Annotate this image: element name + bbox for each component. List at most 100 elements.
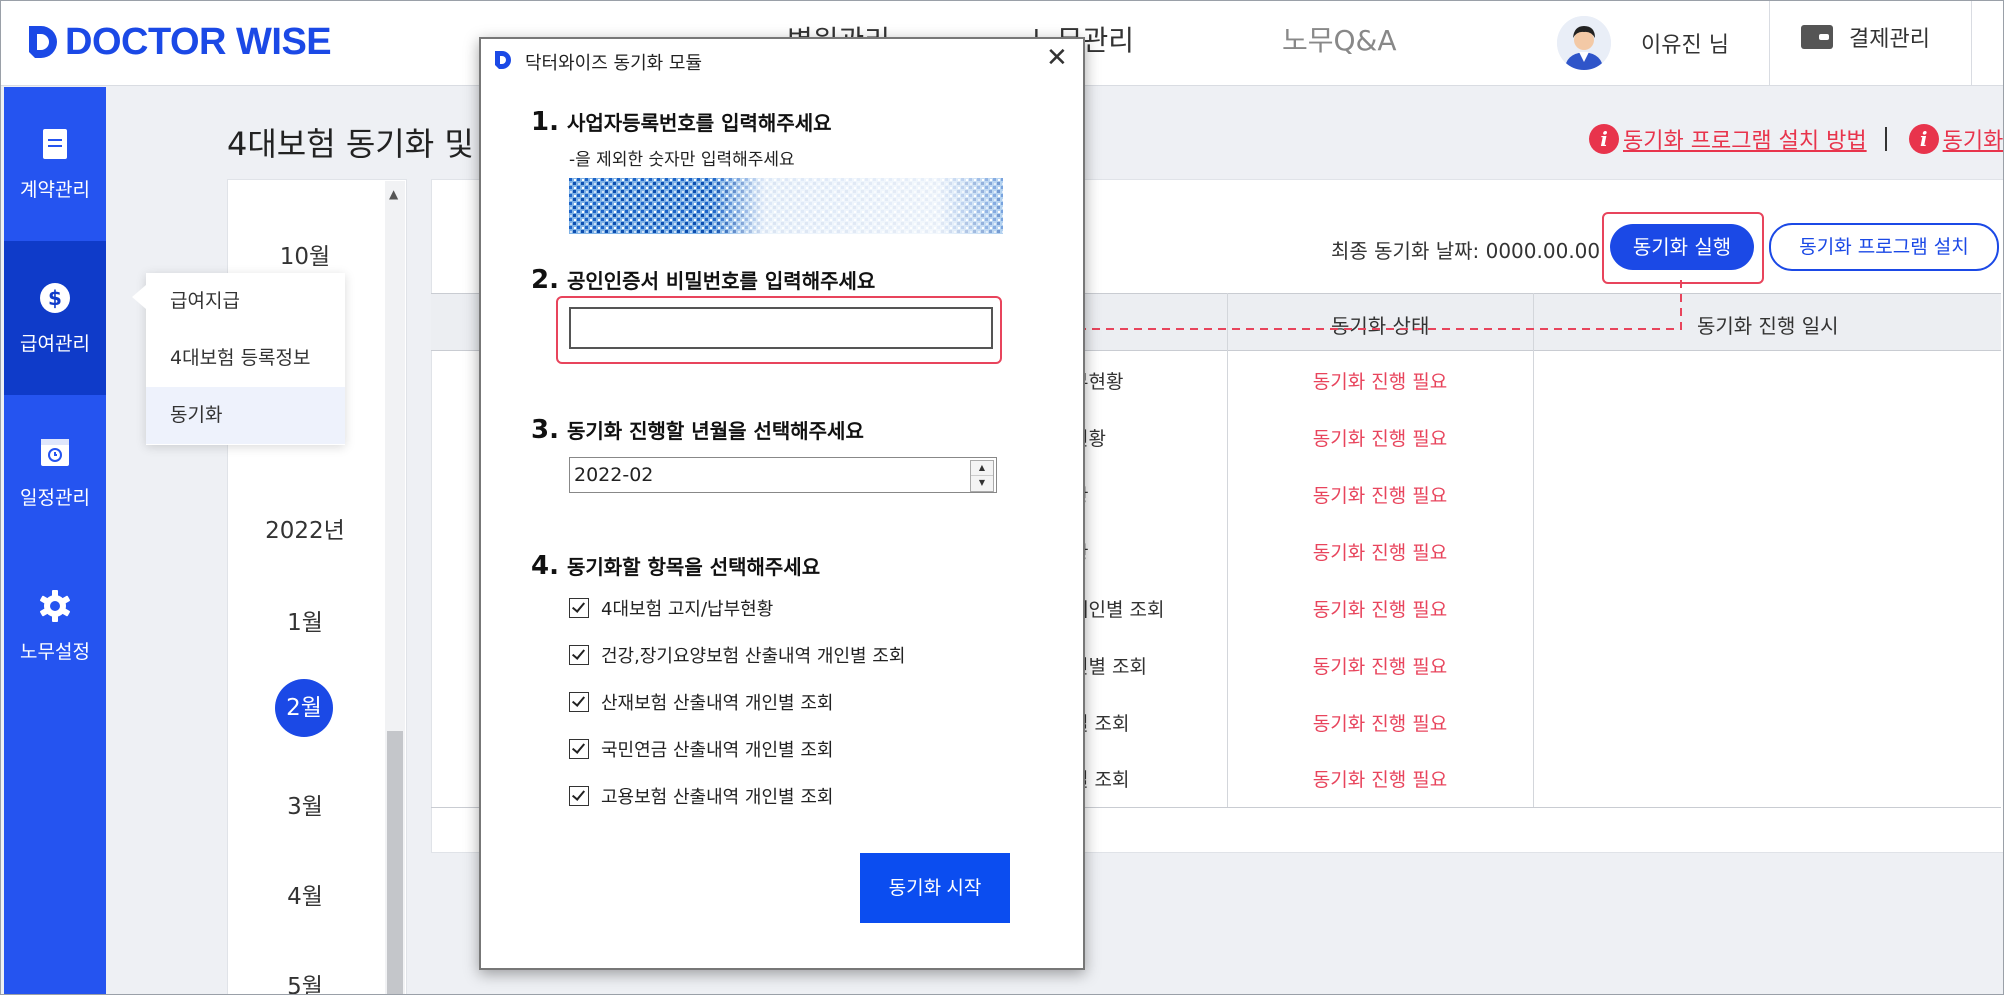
row-status: 동기화 진행 필요 bbox=[1312, 713, 1448, 735]
sidebar-label-settings: 노무설정 bbox=[20, 641, 90, 663]
submenu-item-pay[interactable]: 급여지급 bbox=[146, 273, 345, 330]
help-divider bbox=[1884, 127, 1887, 151]
checkbox-item[interactable]: 고용보험 산출내역 개인별 조회 bbox=[569, 783, 833, 809]
sync-help-link[interactable]: 동기화 bbox=[1943, 123, 2003, 155]
step-1-title: 1. 사업자등록번호를 입력해주세요 bbox=[531, 107, 832, 137]
checkbox-label: 국민연금 산출내역 개인별 조회 bbox=[601, 740, 834, 761]
checkbox[interactable] bbox=[569, 692, 589, 712]
step-3-text: 동기화 진행할 년월을 선택해주세요 bbox=[566, 419, 864, 443]
row-label: 개인별 조회 bbox=[1071, 599, 1165, 621]
step-3-title: 3. 동기화 진행할 년월을 선택해주세요 bbox=[531, 415, 864, 445]
sidebar-item-payroll[interactable]: $ 급여관리 bbox=[4, 241, 106, 395]
info-icon: i bbox=[1589, 124, 1619, 154]
masked-business-number bbox=[569, 178, 1003, 234]
install-guide-link[interactable]: 동기화 프로그램 설치 방법 bbox=[1623, 123, 1867, 155]
checkbox[interactable] bbox=[569, 786, 589, 806]
gear-icon bbox=[40, 590, 70, 622]
document-icon bbox=[43, 129, 67, 159]
spin-up-icon[interactable]: ▲ bbox=[971, 461, 993, 476]
month-scrollbar[interactable]: ▲ bbox=[385, 181, 405, 994]
checkbox-item[interactable]: 건강,장기요양보험 산출내역 개인별 조회 bbox=[569, 642, 905, 668]
last-sync-date: 최종 동기화 날짜: 0000.00.00 bbox=[1331, 239, 1601, 263]
wallet-icon bbox=[1801, 25, 1833, 49]
month-item[interactable]: 4월 bbox=[227, 877, 383, 911]
checkbox-label: 고용보험 산출내역 개인별 조회 bbox=[601, 787, 834, 808]
scrollbar-thumb[interactable] bbox=[387, 731, 403, 994]
step-1-hint: -을 제외한 숫자만 입력해주세요 bbox=[569, 150, 795, 170]
row-status: 동기화 진행 필요 bbox=[1312, 599, 1448, 621]
checkbox-label: 산재보험 산출내역 개인별 조회 bbox=[601, 693, 834, 714]
month-item-selected[interactable]: 2월 bbox=[275, 679, 333, 737]
column-divider bbox=[1533, 293, 1534, 807]
logo[interactable]: DOCTOR WISE bbox=[25, 19, 332, 65]
column-header-status: 동기화 상태 bbox=[1331, 314, 1430, 338]
checkbox-item[interactable]: 국민연금 산출내역 개인별 조회 bbox=[569, 736, 833, 762]
month-item[interactable]: 1월 bbox=[227, 603, 383, 637]
checkbox[interactable] bbox=[569, 739, 589, 759]
app-window: DOCTOR WISE 병원관리 노무관리 노무Q&A 이유진 님 결제관리 bbox=[0, 0, 2004, 995]
start-sync-button[interactable]: 동기화 시작 bbox=[860, 853, 1010, 923]
step-2-title: 2. 공인인증서 비밀번호를 입력해주세요 bbox=[531, 265, 875, 295]
step-4-number: 4. bbox=[531, 551, 559, 581]
app-d-icon bbox=[495, 51, 511, 69]
step-4-title: 4. 동기화할 항목을 선택해주세요 bbox=[531, 551, 820, 581]
step-3-number: 3. bbox=[531, 415, 559, 445]
dollar-icon: $ bbox=[40, 283, 70, 313]
year-label: 2022년 bbox=[265, 518, 345, 544]
payment-label: 결제관리 bbox=[1849, 27, 1930, 52]
spinner-buttons[interactable]: ▲ ▼ bbox=[970, 460, 994, 492]
logo-d-icon bbox=[29, 26, 57, 58]
nav-labor-qa[interactable]: 노무Q&A bbox=[1282, 19, 1397, 59]
sidebar: 계약관리 $ 급여관리 일정관리 노무설정 bbox=[4, 87, 106, 994]
user-profile[interactable]: 이유진 님 bbox=[1557, 11, 1729, 75]
row-status: 동기화 진행 필요 bbox=[1312, 769, 1448, 791]
run-sync-button[interactable]: 동기화 실행 bbox=[1610, 224, 1754, 270]
submenu-item-sync[interactable]: 동기화 bbox=[146, 387, 345, 444]
header-divider-right bbox=[1971, 1, 1972, 85]
year-month-value: 2022-02 bbox=[574, 464, 654, 486]
row-status: 동기화 진행 필요 bbox=[1312, 428, 1448, 450]
row-status: 동기화 진행 필요 bbox=[1312, 542, 1448, 564]
header-divider bbox=[1769, 1, 1770, 85]
row-status: 동기화 진행 필요 bbox=[1312, 371, 1448, 393]
year-month-spinner[interactable]: 2022-02 ▲ ▼ bbox=[569, 457, 997, 493]
sidebar-label-contract: 계약관리 bbox=[20, 179, 90, 201]
sidebar-item-schedule[interactable]: 일정관리 bbox=[4, 395, 106, 549]
month-item[interactable]: 5월 bbox=[227, 967, 383, 994]
help-links: i 동기화 프로그램 설치 방법 i 동기화 bbox=[1589, 123, 2003, 155]
payment-menu[interactable]: 결제관리 bbox=[1801, 21, 1930, 53]
step-2-number: 2. bbox=[531, 265, 559, 295]
sidebar-label-payroll: 급여관리 bbox=[20, 333, 90, 355]
logo-text: DOCTOR WISE bbox=[65, 20, 332, 63]
page-title: 4대보험 동기화 및 bbox=[227, 125, 474, 163]
submenu-item-insurance[interactable]: 4대보험 등록정보 bbox=[146, 330, 345, 387]
row-status: 동기화 진행 필요 bbox=[1312, 656, 1448, 678]
sidebar-item-contract[interactable]: 계약관리 bbox=[4, 87, 106, 241]
user-name: 이유진 님 bbox=[1641, 33, 1729, 58]
step-1-number: 1. bbox=[531, 107, 559, 137]
month-item[interactable]: 10월 bbox=[227, 237, 383, 271]
checkbox-item[interactable]: 4대보험 고지/납부현황 bbox=[569, 595, 773, 621]
row-status: 동기화 진행 필요 bbox=[1312, 485, 1448, 507]
dialog-title: 닥터와이즈 동기화 모듈 bbox=[525, 53, 703, 74]
spin-down-icon[interactable]: ▼ bbox=[971, 476, 993, 490]
step-1-text: 사업자등록번호를 입력해주세요 bbox=[566, 111, 832, 135]
step-4-text: 동기화할 항목을 선택해주세요 bbox=[566, 555, 821, 579]
close-icon[interactable]: ✕ bbox=[1046, 43, 1068, 73]
install-program-button[interactable]: 동기화 프로그램 설치 bbox=[1769, 223, 1999, 271]
payroll-submenu: 급여지급 4대보험 등록정보 동기화 bbox=[132, 273, 345, 445]
checkbox-label: 4대보험 고지/납부현황 bbox=[601, 599, 774, 620]
checkbox[interactable] bbox=[569, 645, 589, 665]
certificate-password-input[interactable] bbox=[569, 307, 993, 349]
month-item[interactable]: 3월 bbox=[227, 787, 383, 821]
avatar bbox=[1557, 16, 1611, 70]
checkbox-item[interactable]: 산재보험 산출내역 개인별 조회 bbox=[569, 689, 833, 715]
step-2-text: 공인인증서 비밀번호를 입력해주세요 bbox=[566, 269, 876, 293]
sync-module-dialog: 닥터와이즈 동기화 모듈 ✕ 1. 사업자등록번호를 입력해주세요 -을 제외한 … bbox=[479, 37, 1085, 970]
scroll-up-icon[interactable]: ▲ bbox=[389, 187, 398, 201]
checkbox-label: 건강,장기요양보험 산출내역 개인별 조회 bbox=[601, 646, 906, 667]
checkbox[interactable] bbox=[569, 598, 589, 618]
sidebar-item-settings[interactable]: 노무설정 bbox=[4, 549, 106, 703]
column-header-time: 동기화 진행 일시 bbox=[1697, 314, 1839, 338]
info-icon: i bbox=[1908, 124, 1939, 154]
